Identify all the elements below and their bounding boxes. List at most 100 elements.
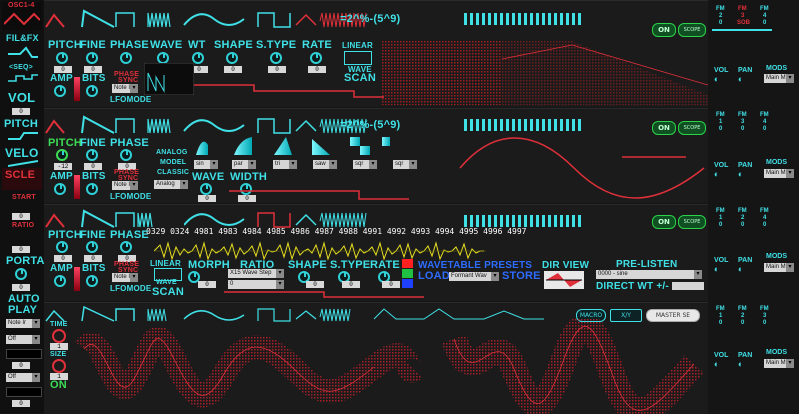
red-color-swatch[interactable] [402,259,413,268]
osc2-shape-select-2[interactable]: par ▾ [232,160,256,169]
osc3-stype-value[interactable]: 0 [342,281,360,288]
filfx-tab[interactable]: FIL&FX [6,33,39,43]
fm-value[interactable]: 0 [719,126,722,132]
dir-view-display[interactable] [544,271,584,289]
osc3-pitch-value[interactable]: 0 [54,255,72,262]
off-select-2[interactable]: Off ▾ [6,373,40,382]
vol-knob[interactable]: ◐ [714,360,719,369]
green-color-swatch[interactable] [402,269,413,278]
load-button[interactable]: LOAD [418,270,450,282]
osc2-amp-knob[interactable] [54,183,66,195]
osc2-wave-knob[interactable] [200,183,212,195]
fm-value[interactable]: 0 [719,20,722,26]
porta-knob[interactable] [15,268,27,280]
osc2-pitch-value[interactable]: -12 [54,163,72,170]
mods-select[interactable]: Main M ▾ [764,359,794,368]
osc1-fine-knob[interactable] [86,52,98,64]
osc2-shape-select-1[interactable]: sin ▾ [194,160,218,169]
porta-value[interactable]: 0 [12,284,30,291]
value-1[interactable]: 0 [12,362,30,369]
fm-value[interactable]: 0 [763,222,766,228]
pan-knob[interactable]: ◐ [738,360,743,369]
osc2-analog-select[interactable]: Analog ▾ [154,180,188,189]
pan-knob[interactable]: ◐ [738,75,743,84]
osc1-rate-knob[interactable] [310,52,322,64]
osc1-pitch-knob[interactable] [56,52,68,64]
mods-select[interactable]: Main M ▾ [764,74,794,83]
osc2-shape-select-5[interactable]: sqr ▾ [353,160,377,169]
osc2-wave-value[interactable]: 0 [198,195,216,202]
osc2-note-select[interactable]: Note Ir ▾ [112,181,138,190]
pan-knob[interactable]: ◐ [738,265,743,274]
black-field-2[interactable] [6,387,42,397]
fm-value[interactable]: 0 [741,126,744,132]
osc3-amp-knob[interactable] [54,275,66,287]
osc2-fine-knob[interactable] [86,149,98,161]
osc4-on-label[interactable]: ON [50,379,67,391]
fm-value[interactable]: 0 [763,126,766,132]
osc3-ratio-select-2[interactable]: 0 ▾ [228,280,284,289]
scle-tab[interactable]: SCLE [2,168,42,190]
osc3-fine-knob[interactable] [86,241,98,253]
osc2-amp-bar[interactable] [74,175,80,199]
osc1-scope-button[interactable]: SCOPE [678,23,706,37]
osc1-on-button[interactable]: ON [652,23,676,37]
osc2-bits-knob[interactable] [86,183,98,195]
osc3-fine-value[interactable]: 0 [84,255,102,262]
osc1-shape-value[interactable]: 0 [224,66,242,73]
osc3-morph-value[interactable]: 0 [198,281,216,288]
off-select-1[interactable]: Off ▾ [6,335,40,344]
osc3-phase-knob[interactable] [120,241,132,253]
black-field-1[interactable] [6,349,42,359]
osc1-phase-knob[interactable] [120,52,132,64]
osc1-shape-knob[interactable] [226,52,238,64]
osc4-size-knob[interactable] [52,359,66,373]
osc3-amp-bar[interactable] [74,267,80,291]
osc2-fine-value[interactable]: 0 [84,163,102,170]
osc3-scope-button[interactable]: SCOPE [678,215,706,229]
osc2-shape-select-4[interactable]: saw ▾ [313,160,337,169]
osc1-linear-toggle[interactable] [344,51,372,65]
osc1-stype-knob[interactable] [270,52,282,64]
osc-tab[interactable]: OSC1-4 [2,2,42,30]
direct-wt-field[interactable] [672,282,704,290]
fm-value[interactable]: 0 [741,222,744,228]
osc1-stype-value[interactable]: 0 [268,66,286,73]
ratio-value[interactable]: 0 [12,246,30,253]
formant-select[interactable]: Formant Wav ▾ [449,272,499,281]
osc3-note-select[interactable]: Note Ir ▾ [112,273,138,282]
mods-select[interactable]: Main M ▾ [764,169,794,178]
osc3-rate-value[interactable]: 0 [382,281,400,288]
mods-select[interactable]: Main M ▾ [764,263,794,272]
osc3-ratio-select[interactable]: X15 Wave Step ▾ [228,269,284,278]
osc2-shape-select-3[interactable]: tri ▾ [273,160,297,169]
osc4-time-value[interactable]: 1 [50,343,68,350]
vol-knob[interactable]: ◐ [714,75,719,84]
vol-value[interactable]: 0 [12,108,30,115]
osc1-amp-bar[interactable] [74,77,80,101]
note-mode-select[interactable]: Note Ir ▾ [6,319,40,328]
value-2[interactable]: 0 [12,400,30,407]
start-value[interactable]: 0 [12,213,30,220]
osc1-amp-knob[interactable] [54,85,66,97]
blue-color-swatch[interactable] [402,279,413,288]
osc3-shape-value[interactable]: 0 [306,281,324,288]
osc4-time-knob[interactable] [52,329,66,343]
osc1-bits-knob[interactable] [86,85,98,97]
fm-value[interactable]: 0 [763,320,766,326]
fm-value[interactable]: 0 [763,20,766,26]
preset-select[interactable]: 0000 - sine ▾ [596,270,702,279]
osc3-bits-knob[interactable] [86,275,98,287]
fm-value[interactable]: 0 [719,320,722,326]
vol-knob[interactable]: ◐ [714,170,719,179]
seq-tab[interactable]: <SEQ> [9,64,33,71]
osc3-on-button[interactable]: ON [652,215,676,229]
pan-knob[interactable]: ◐ [738,170,743,179]
fm-value[interactable]: 0 [741,320,744,326]
osc2-pitch-knob[interactable] [56,149,68,161]
fm-value[interactable]: 0 [719,222,722,228]
osc1-rate-value[interactable]: 0 [308,66,326,73]
osc1-pitch-value[interactable]: 0 [54,66,72,73]
osc1-note-select[interactable]: Note Ir ▾ [112,84,138,93]
osc2-shape-select-6[interactable]: sqr ▾ [393,160,417,169]
